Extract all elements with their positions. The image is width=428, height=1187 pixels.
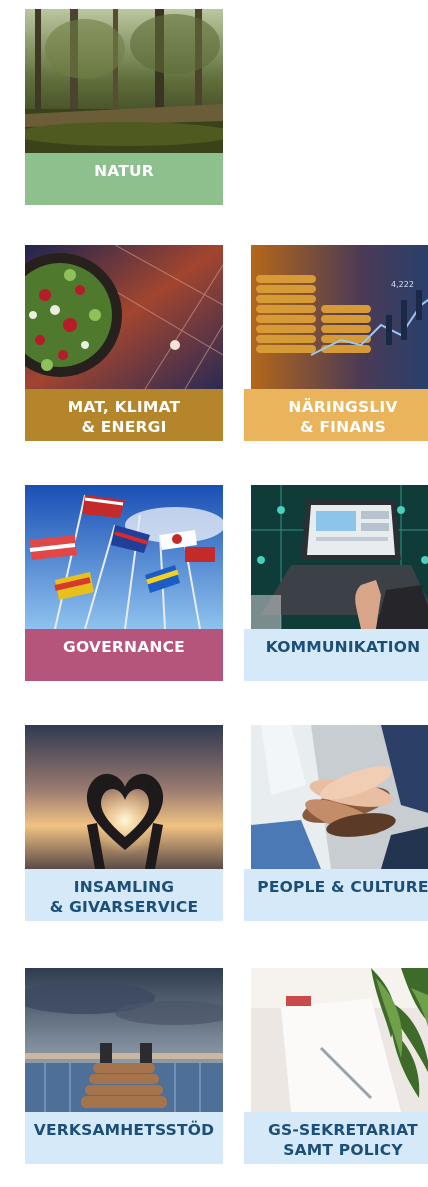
- svg-text:4,222: 4,222: [391, 280, 414, 289]
- tile-label: INSAMLING & GIVARSERVICE: [25, 869, 223, 921]
- tile-label: GOVERNANCE: [25, 629, 223, 681]
- tile-verksamhetsstod[interactable]: VERKSAMHETSSTÖD: [25, 968, 223, 1164]
- forest-image: [25, 9, 223, 153]
- tile-people-culture[interactable]: PEOPLE & CULTURE: [244, 725, 428, 921]
- tile-label-line: GOVERNANCE: [63, 638, 185, 656]
- tile-natur[interactable]: NATUR: [25, 9, 223, 205]
- tile-label-line: NÄRINGSLIV: [288, 398, 398, 416]
- tile-label-line: SAMT POLICY: [283, 1141, 403, 1159]
- tile-label-line: & ENERGI: [81, 418, 167, 436]
- tile-label: VERKSAMHETSSTÖD: [25, 1112, 223, 1164]
- tile-governance[interactable]: GOVERNANCE: [25, 485, 223, 681]
- tile-label-line: & GIVARSERVICE: [49, 898, 199, 916]
- heart-hands-image: [25, 725, 223, 869]
- food-solar-image: [25, 245, 223, 389]
- stacked-hands-image: [244, 725, 428, 869]
- tile-label-line: GS-SEKRETARIAT: [268, 1121, 418, 1139]
- tile-label-line: MAT, KLIMAT: [67, 398, 181, 416]
- tile-label-line: KOMMUNIKATION: [265, 638, 421, 656]
- tile-label-line: VERKSAMHETSSTÖD: [33, 1121, 215, 1139]
- tile-naringsliv-finans[interactable]: 4,222 NÄRINGSLIV & FINANS: [244, 245, 428, 441]
- tile-insamling-givarservice[interactable]: INSAMLING & GIVARSERVICE: [25, 725, 223, 921]
- tile-mat-klimat-energi[interactable]: MAT, KLIMAT & ENERGI: [25, 245, 223, 441]
- tile-label: KOMMUNIKATION: [244, 629, 428, 681]
- tile-label-line: INSAMLING: [73, 878, 175, 896]
- tile-gs-sekretariat-policy[interactable]: GS-SEKRETARIAT SAMT POLICY: [244, 968, 428, 1164]
- tile-label: GS-SEKRETARIAT SAMT POLICY: [244, 1112, 428, 1164]
- desk-plant-image: [244, 968, 428, 1112]
- tile-label: NÄRINGSLIV & FINANS: [244, 389, 428, 441]
- tile-label: PEOPLE & CULTURE: [244, 869, 428, 921]
- tile-label-line: PEOPLE & CULTURE: [257, 878, 428, 896]
- tile-label-line: & FINANS: [300, 418, 386, 436]
- coins-chart-image: 4,222: [244, 245, 428, 389]
- tile-label: MAT, KLIMAT & ENERGI: [25, 389, 223, 441]
- tile-label-line: NATUR: [94, 162, 154, 180]
- tile-label: NATUR: [25, 153, 223, 205]
- flags-image: [25, 485, 223, 629]
- tile-kommunikation[interactable]: KOMMUNIKATION: [244, 485, 428, 681]
- sandbags-image: [25, 968, 223, 1112]
- laptop-image: [244, 485, 428, 629]
